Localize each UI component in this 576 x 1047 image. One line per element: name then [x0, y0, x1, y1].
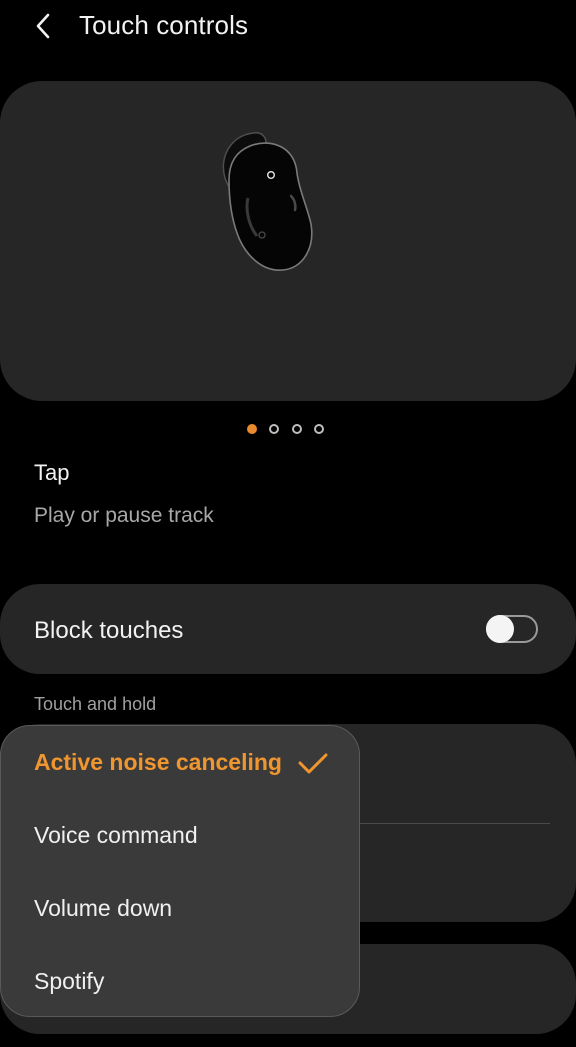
top-app-bar: Touch controls	[0, 0, 576, 56]
earbud-illustration	[222, 131, 313, 271]
check-icon	[298, 753, 328, 774]
dropdown-option-voice-command[interactable]: Voice command	[34, 822, 198, 849]
back-button[interactable]	[24, 8, 64, 44]
block-touches-toggle[interactable]	[486, 615, 538, 643]
toggle-knob	[486, 615, 514, 643]
dropdown-option-spotify[interactable]: Spotify	[34, 968, 104, 995]
page-dot[interactable]	[269, 424, 280, 434]
touch-and-hold-header: Touch and hold	[34, 694, 157, 714]
page-dot[interactable]	[291, 424, 302, 434]
tap-action-value: Play or pause track	[34, 504, 214, 527]
chevron-left-icon	[36, 13, 50, 39]
page-title: Touch controls	[79, 10, 249, 40]
block-touches-label: Block touches	[34, 617, 184, 644]
tap-section-title: Tap	[34, 460, 70, 485]
dropdown-option-volume-down[interactable]: Volume down	[34, 895, 172, 922]
page-dot-active[interactable]	[247, 424, 257, 434]
page-indicator	[247, 421, 337, 437]
page-dot[interactable]	[314, 424, 325, 434]
dropdown-option-active-noise-canceling[interactable]: Active noise canceling	[34, 749, 282, 776]
